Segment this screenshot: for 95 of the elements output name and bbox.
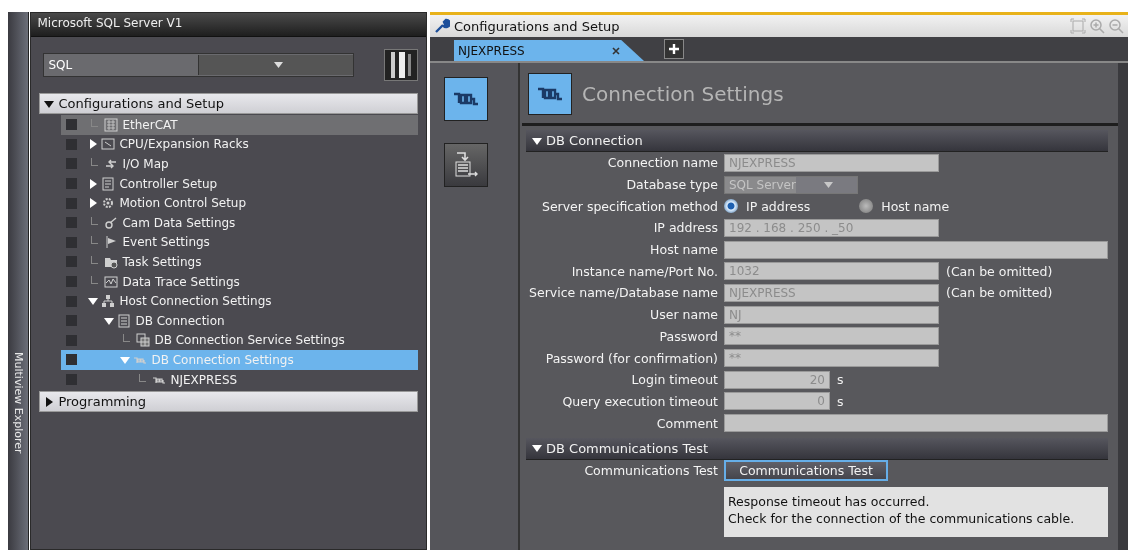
tree-item[interactable]: NJEXPRESS	[61, 369, 418, 390]
row-marker	[66, 256, 78, 268]
tree-item[interactable]: Data Trace Settings	[61, 271, 418, 292]
device-dropdown[interactable]: SQL	[43, 53, 354, 77]
tree-item[interactable]: Cam Data Settings	[61, 212, 418, 233]
grid-icon	[104, 117, 119, 132]
side-button[interactable]	[444, 77, 488, 121]
unit-label: s	[837, 393, 844, 409]
group-header[interactable]: DB Communications Test	[526, 437, 1108, 460]
gear-icon	[101, 196, 116, 211]
tree-line	[91, 158, 99, 166]
tree-line	[91, 275, 99, 284]
collapse-arrow-icon[interactable]	[532, 135, 542, 146]
tree-line	[123, 334, 131, 343]
editor-title: Configurations and Setup	[454, 18, 621, 34]
field-label: IP address	[652, 220, 718, 236]
tree-item[interactable]: Motion Control Setup	[61, 193, 418, 213]
tree-item[interactable]: EtherCAT	[61, 115, 418, 135]
section-header[interactable]: Configurations and Setup	[39, 93, 418, 114]
controller-icon[interactable]	[384, 49, 418, 81]
field-label: Database type	[625, 177, 718, 193]
field-label: Query execution timeout	[561, 393, 718, 409]
rack-icon	[101, 137, 116, 152]
radio-button[interactable]	[724, 199, 738, 214]
tree-item[interactable]: DB Connection	[61, 310, 418, 331]
collapse-arrow-icon[interactable]	[44, 98, 55, 109]
row-marker	[66, 138, 78, 150]
tree-line	[139, 373, 147, 382]
tree-item[interactable]: Host Connection Settings	[61, 291, 418, 311]
field-label: Host name	[649, 242, 718, 258]
tree-line	[91, 236, 99, 245]
tree-line	[91, 216, 99, 225]
radio-option[interactable]: IP address	[724, 198, 853, 214]
tree-item[interactable]: Task Settings	[61, 252, 418, 272]
row-marker	[66, 315, 78, 327]
tree-item[interactable]: I/O Map	[61, 154, 418, 174]
list-icon	[117, 313, 132, 328]
row-marker	[66, 354, 78, 366]
field-label: Login timeout	[630, 372, 718, 388]
field-label: User name	[649, 307, 718, 323]
tree-item[interactable]: Event Settings	[61, 232, 418, 253]
row-marker	[66, 334, 78, 346]
field-label: Password	[658, 328, 718, 344]
plus-icon	[668, 43, 680, 55]
hierarchy-icon	[101, 294, 116, 309]
wrench-icon	[434, 18, 450, 34]
radio-button[interactable]	[859, 199, 874, 214]
close-icon[interactable]	[612, 46, 620, 55]
cam-icon	[104, 215, 119, 230]
tree-item[interactable]: DB Connection Service Settings	[61, 330, 418, 351]
collapse-arrow-icon[interactable]	[87, 296, 100, 307]
result-message: Response timeout has occurred. Check for the connection of the communications cable.	[724, 486, 1108, 537]
section-header[interactable]: Programming	[39, 391, 418, 413]
collapse-arrow-icon[interactable]	[103, 315, 116, 326]
row-marker	[66, 236, 78, 248]
radio-option[interactable]: Host name	[859, 198, 992, 214]
field-label: Communications Test	[583, 463, 718, 479]
row-marker	[66, 276, 78, 288]
arrows-icon	[104, 157, 119, 171]
side-button[interactable]	[444, 143, 488, 187]
side-tab[interactable]: Multiview Explorer	[11, 352, 25, 454]
caret-icon	[273, 62, 283, 68]
tree-line	[91, 255, 99, 264]
field-label: Comment	[655, 415, 718, 431]
row-marker	[66, 197, 78, 209]
page-title: Connection Settings	[582, 82, 784, 106]
add-tab-button[interactable]	[664, 39, 684, 59]
unit-label: s	[837, 372, 844, 388]
editor-tab[interactable]: NJEXPRESS	[454, 40, 644, 61]
collapse-arrow-icon[interactable]	[532, 443, 542, 454]
field-label: Service name/Database name	[528, 285, 718, 301]
group-header[interactable]: DB Connection	[526, 130, 1108, 152]
panel-title: Microsoft SQL Server V1	[31, 13, 426, 37]
tree-item[interactable]: Controller Setup	[61, 173, 418, 194]
document-icon	[101, 176, 116, 191]
row-marker	[66, 158, 78, 170]
test-button[interactable]: Communications Test	[724, 460, 888, 482]
tree-item[interactable]: CPU/Expansion Racks	[61, 134, 418, 155]
row-marker	[66, 295, 78, 307]
field-label: Server specification method	[540, 198, 718, 214]
field-label: Instance name/Port No.	[570, 263, 718, 279]
scrollbar[interactable]	[1118, 63, 1128, 550]
row-marker	[66, 119, 78, 131]
expand-arrow-icon[interactable]	[44, 396, 55, 407]
field-note: (Can be omitted)	[946, 285, 1053, 301]
tree-line	[91, 118, 99, 127]
field-note: (Can be omitted)	[946, 263, 1053, 279]
field-label: Password (for confirmation)	[544, 350, 718, 366]
chart-icon	[104, 274, 119, 289]
caret-icon	[823, 181, 833, 188]
field-label: Connection name	[606, 155, 718, 171]
table-icon	[136, 333, 151, 348]
row-marker	[66, 217, 78, 229]
row-marker	[66, 178, 78, 190]
row-marker	[66, 374, 78, 385]
